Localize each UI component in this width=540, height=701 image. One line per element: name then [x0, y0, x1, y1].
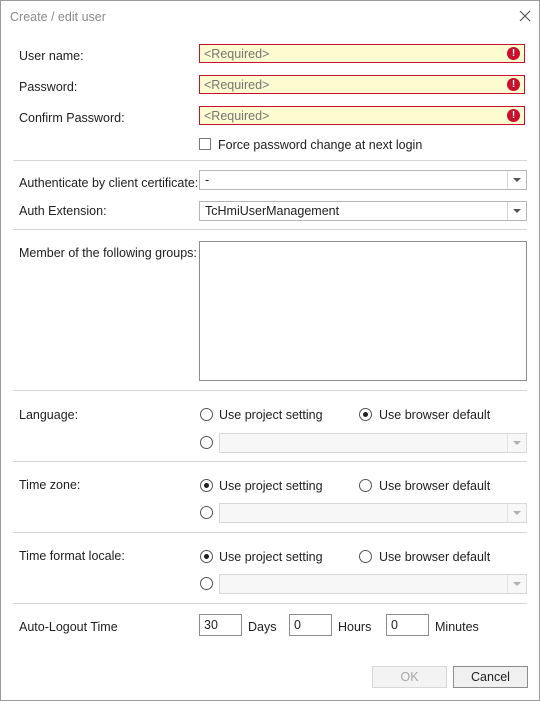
autologout-days-field[interactable] [199, 614, 242, 636]
close-icon [519, 10, 531, 22]
close-button[interactable] [515, 6, 535, 26]
timezone-custom-radio[interactable] [200, 506, 213, 519]
client-cert-label: Authenticate by client certificate: [19, 176, 199, 190]
timezone-project-label[interactable]: Use project setting [219, 479, 323, 493]
chevron-down-icon[interactable] [507, 171, 526, 189]
chevron-down-icon[interactable] [507, 575, 526, 593]
username-input[interactable] [204, 47, 494, 61]
password-input[interactable] [204, 78, 494, 92]
timezone-label: Time zone: [19, 478, 81, 492]
autologout-hours-field[interactable] [289, 614, 332, 636]
divider [13, 390, 527, 391]
days-label: Days [248, 620, 277, 634]
window-title: Create / edit user [10, 10, 106, 24]
auth-extension-value: TcHmiUserManagement [205, 204, 340, 218]
divider [13, 229, 527, 230]
ok-button[interactable]: OK [372, 666, 447, 688]
language-browser-radio[interactable] [359, 408, 372, 421]
username-field[interactable]: ! [199, 44, 525, 63]
timeformat-project-radio[interactable] [200, 550, 213, 563]
divider [13, 160, 527, 161]
timezone-browser-radio[interactable] [359, 479, 372, 492]
password-label: Password: [19, 80, 78, 94]
autologout-hours-input[interactable] [294, 618, 328, 632]
client-cert-value: - [205, 173, 210, 187]
timeformat-browser-radio[interactable] [359, 550, 372, 563]
groups-listbox[interactable] [199, 241, 527, 381]
client-cert-select[interactable]: - [199, 170, 527, 190]
divider [13, 603, 527, 604]
chevron-down-icon[interactable] [507, 434, 526, 452]
minutes-label: Minutes [435, 620, 479, 634]
cancel-button[interactable]: Cancel [453, 666, 528, 688]
language-label: Language: [19, 408, 79, 422]
language-custom-radio[interactable] [200, 436, 213, 449]
autologout-days-input[interactable] [204, 618, 238, 632]
language-project-radio[interactable] [200, 408, 213, 421]
confirm-password-label: Confirm Password: [19, 111, 125, 125]
timezone-project-radio[interactable] [200, 479, 213, 492]
chevron-down-icon[interactable] [507, 202, 526, 220]
language-project-label[interactable]: Use project setting [219, 408, 323, 422]
divider [13, 461, 527, 462]
language-custom-select[interactable] [219, 433, 527, 453]
timeformat-label: Time format locale: [19, 549, 125, 563]
force-password-change-checkbox[interactable] [199, 138, 211, 150]
timezone-custom-select[interactable] [219, 503, 527, 523]
autologout-label: Auto-Logout Time [19, 620, 118, 634]
confirm-password-field[interactable]: ! [199, 106, 525, 125]
autologout-minutes-input[interactable] [391, 618, 425, 632]
hours-label: Hours [338, 620, 372, 634]
error-icon: ! [507, 47, 520, 60]
auth-extension-select[interactable]: TcHmiUserManagement [199, 201, 527, 221]
autologout-minutes-field[interactable] [386, 614, 429, 636]
language-browser-label[interactable]: Use browser default [379, 408, 490, 422]
auth-extension-label: Auth Extension: [19, 204, 107, 218]
confirm-password-input[interactable] [204, 109, 494, 123]
password-field[interactable]: ! [199, 75, 525, 94]
force-password-change-label[interactable]: Force password change at next login [218, 138, 422, 152]
timeformat-custom-select[interactable] [219, 574, 527, 594]
groups-label: Member of the following groups: [19, 246, 197, 260]
timezone-browser-label[interactable]: Use browser default [379, 479, 490, 493]
timeformat-browser-label[interactable]: Use browser default [379, 550, 490, 564]
username-label: User name: [19, 49, 84, 63]
create-edit-user-dialog: Create / edit user User name: ! Password… [0, 0, 540, 701]
divider [13, 532, 527, 533]
timeformat-custom-radio[interactable] [200, 577, 213, 590]
chevron-down-icon[interactable] [507, 504, 526, 522]
timeformat-project-label[interactable]: Use project setting [219, 550, 323, 564]
error-icon: ! [507, 78, 520, 91]
error-icon: ! [507, 109, 520, 122]
